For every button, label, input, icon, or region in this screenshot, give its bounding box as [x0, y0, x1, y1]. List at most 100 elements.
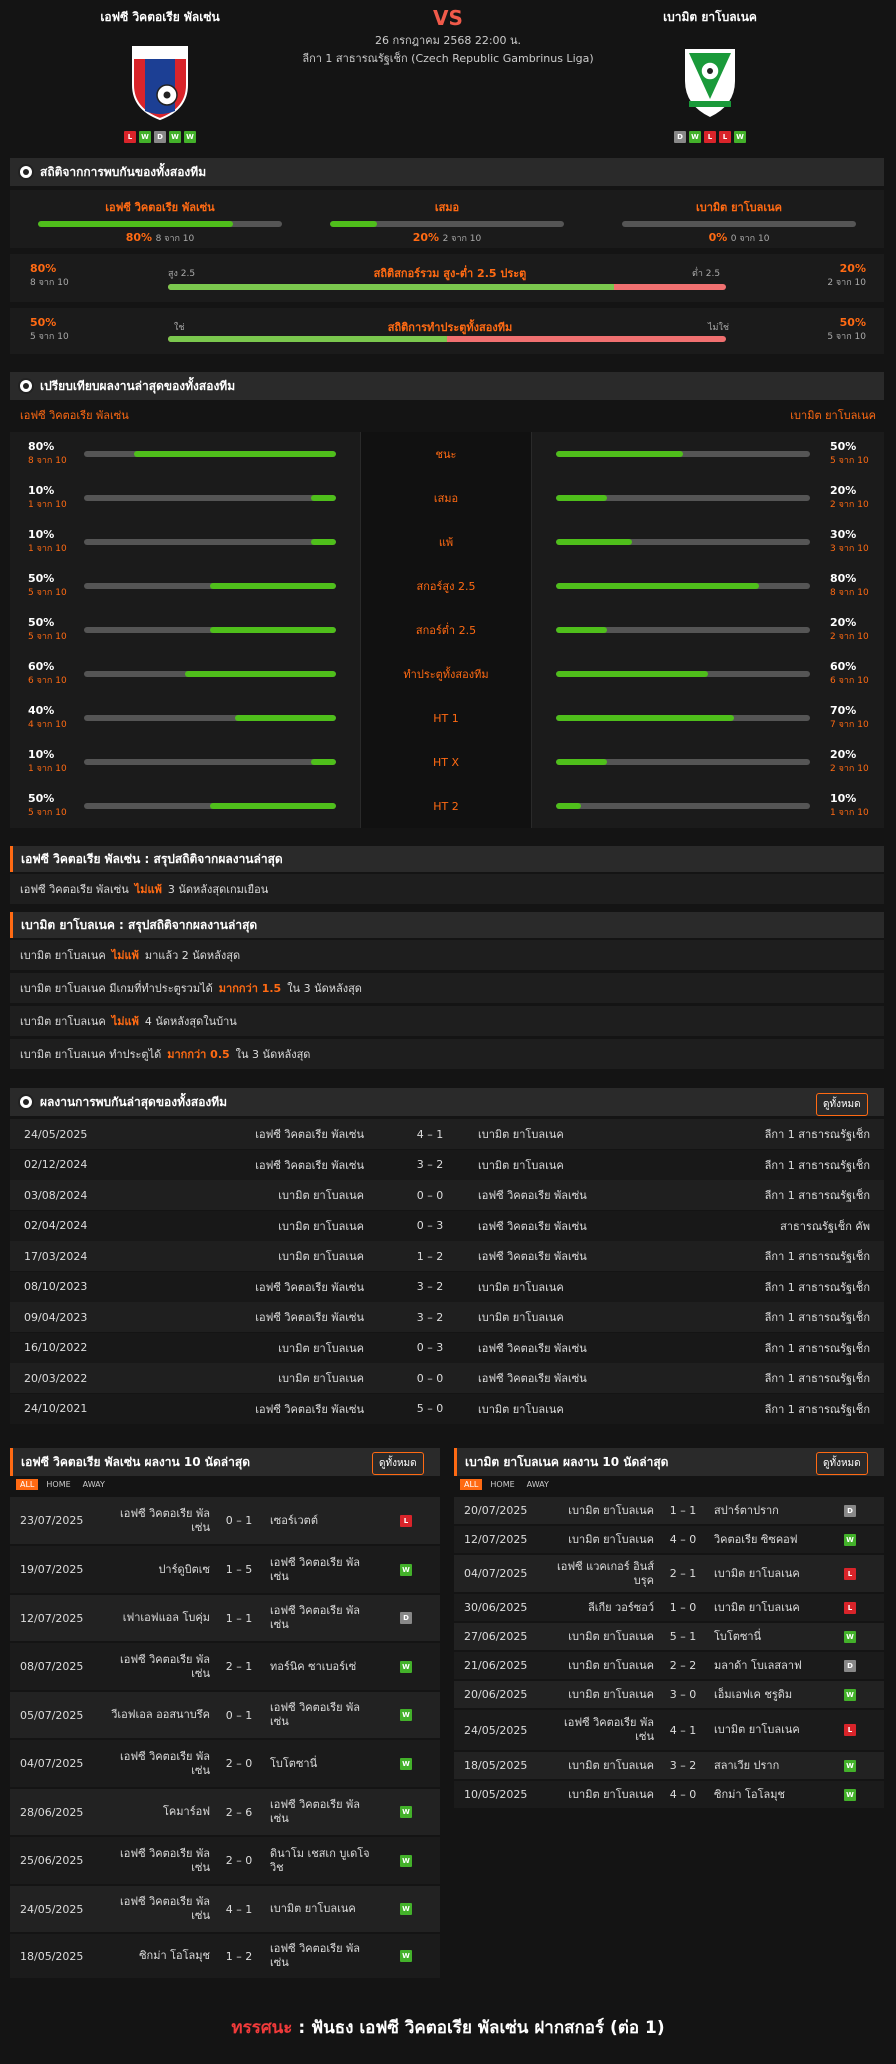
last-match-row[interactable]: 28/06/2025 โคมาร์อฟ 2 – 6 เอฟซี วิคตอเรีย พ… — [10, 1789, 440, 1835]
home-form-badges: LWDWW — [50, 131, 270, 143]
last-match-row[interactable]: 12/07/2025 เบามิต ยาโบลเนค 4 – 0 วิคตอเรีย … — [454, 1526, 884, 1553]
score: 1 – 2 — [225, 1949, 253, 1963]
compare-away-sub: 6 จาก 10 — [830, 676, 869, 686]
summary-line: เอฟซี วิคตอเรีย พัลเซ่น ไม่แพ้ 3 นัดหลังสุ… — [10, 874, 884, 904]
compare-away-bar-fill — [556, 451, 683, 457]
h2h-result-row[interactable]: 24/10/2021 เอฟซี วิคตอเรีย พัลเซ่น 5 – 0 เบ… — [10, 1393, 884, 1424]
compare-home-bar-fill — [210, 627, 336, 633]
match-date: 23/07/2025 — [20, 1514, 84, 1527]
score: 3 – 2 — [416, 1310, 444, 1324]
last-match-row[interactable]: 10/05/2025 เบามิต ยาโบลเนค 4 – 0 ซิกม่า โอโ… — [454, 1781, 884, 1808]
compare-away-bar-fill — [556, 803, 582, 809]
h2h-result-row[interactable]: 02/12/2024 เอฟซี วิคตอเรีย พัลเซ่น 3 – 2 เบ… — [10, 1149, 884, 1180]
h2h-stats-header: สถิติจากการพบกันของทั้งสองทีม — [10, 158, 884, 186]
last-match-row[interactable]: 24/05/2025 เอฟซี วิคตอเรีย พัลเซ่น 4 – 1 เบ… — [454, 1710, 884, 1750]
home-team[interactable]: เอฟซี วิคตอเรีย พัลเซ่น LWDWW — [50, 0, 270, 143]
home-team: ลีเกีย วอร์ซอว์ — [587, 1600, 654, 1614]
compare-label: ทำประตูทั้งสองทีม — [403, 668, 489, 681]
last-match-row[interactable]: 24/05/2025 เอฟซี วิคตอเรีย พัลเซ่น 4 – 1 เบ… — [10, 1886, 440, 1932]
h2h-result-row[interactable]: 02/04/2024 เบามิต ยาโบลเนค 0 – 3 เอฟซี วิคต… — [10, 1210, 884, 1241]
match-date: 04/07/2025 — [464, 1567, 528, 1580]
filter-tab[interactable]: AWAY — [523, 1479, 553, 1490]
home-last-filters: ALL HOME AWAY — [16, 1479, 109, 1490]
filter-tab[interactable]: HOME — [42, 1479, 74, 1490]
match-date: 08/07/2025 — [20, 1660, 84, 1673]
away-team[interactable]: เบามิต ยาโบลเนค DWLLW — [600, 0, 820, 143]
last-match-row[interactable]: 04/07/2025 เอฟซี วิคตอเรีย พัลเซ่น 2 – 0 โบ… — [10, 1740, 440, 1787]
compare-home-stat: 10% 1 จาก 10 — [28, 748, 78, 775]
away-team: เบามิต ยาโบลเนค — [714, 1566, 800, 1580]
compare-home-sub: 8 จาก 10 — [28, 456, 67, 466]
result-badge: W — [400, 1757, 412, 1770]
form-badge: W — [169, 131, 181, 143]
filter-tab[interactable]: ALL — [16, 1479, 39, 1490]
home-team: เอฟซี วิคตอเรีย พัลเซ่น — [255, 1402, 364, 1416]
last-match-row[interactable]: 18/05/2025 ซิกม่า โอโลมุช 1 – 2 เอฟซี วิคตอ… — [10, 1934, 440, 1978]
compare-away-sub: 2 จาก 10 — [830, 632, 869, 642]
form-badge: W — [689, 131, 701, 143]
compare-header: เปรียบเทียบผลงานล่าสุดของทั้งสองทีม — [10, 372, 884, 400]
away-team: เบามิต ยาโบลเนค — [270, 1902, 356, 1915]
match-date: 09/04/2023 — [24, 1310, 88, 1324]
last-match-row[interactable]: 25/06/2025 เอฟซี วิคตอเรีย พัลเซ่น 2 – 0 ดิ… — [10, 1837, 440, 1884]
compare-away-bar — [556, 715, 810, 721]
page: เอฟซี วิคตอเรีย พัลเซ่น LWDWW VS 26 กรกฎ… — [0, 0, 896, 2064]
away-team: เอฟซี วิคตอเรีย พัลเซ่น — [270, 1701, 361, 1728]
home-team-name[interactable]: เอฟซี วิคตอเรีย พัลเซ่น — [50, 8, 270, 27]
h2h-view-all-button[interactable]: ดูทั้งหมด — [816, 1093, 868, 1116]
home-team: เบามิต ยาโบลเนค — [278, 1250, 364, 1263]
compare-away-stat: 20% 2 จาก 10 — [830, 484, 880, 511]
match-date: 21/06/2025 — [464, 1659, 528, 1672]
last-match-row[interactable]: 23/07/2025 เอฟซี วิคตอเรีย พัลเซ่น 0 – 1 เซ… — [10, 1497, 440, 1544]
h2h-result-row[interactable]: 17/03/2024 เบามิต ยาโบลเนค 1 – 2 เอฟซี วิคต… — [10, 1241, 884, 1271]
ou-left-label: สูง 2.5 — [168, 269, 196, 279]
home-team: เอฟซี วิคตอเรีย พัลเซ่น — [255, 1280, 364, 1294]
h2h-draw-sub: 2 จาก 10 — [442, 234, 482, 244]
last-match-row[interactable]: 20/06/2025 เบามิต ยาโบลเนค 3 – 0 เอ็มเอฟเค … — [454, 1681, 884, 1708]
compare-away-stat: 30% 3 จาก 10 — [830, 528, 880, 555]
compare-away-bar — [556, 495, 810, 501]
last-match-row[interactable]: 18/05/2025 เบามิต ยาโบลเนค 3 – 2 สลาเวีย ปร… — [454, 1752, 884, 1779]
h2h-result-row[interactable]: 08/10/2023 เอฟซี วิคตอเรีย พัลเซ่น 3 – 2 เบ… — [10, 1271, 884, 1302]
h2h-result-row[interactable]: 03/08/2024 เบามิต ยาโบลเนค 0 – 0 เอฟซี วิคต… — [10, 1180, 884, 1210]
last-match-row[interactable]: 30/06/2025 ลีเกีย วอร์ซอว์ 1 – 0 เบามิต ยาโ… — [454, 1594, 884, 1621]
compare-home-pct: 50% — [28, 572, 55, 585]
compare-home-bar — [84, 759, 336, 765]
away-last-view-all-button[interactable]: ดูทั้งหมด — [816, 1452, 868, 1475]
compare-label: HT X — [432, 755, 460, 769]
h2h-draw-label: เสมอ — [434, 201, 460, 214]
last-match-row[interactable]: 19/07/2025 ปาร์ดูบิตเซ 1 – 5 เอฟซี วิคตอเรี… — [10, 1546, 440, 1593]
h2h-home-bar — [38, 221, 234, 227]
last-match-row[interactable]: 05/07/2025 วีเอฟเอล ออสนาบรึค 0 – 1 เอฟซี ว… — [10, 1692, 440, 1738]
summary-tail: 4 นัดหลังสุดในบ้าน — [144, 1015, 237, 1028]
home-team: โคมาร์อฟ — [163, 1805, 210, 1818]
last-match-row[interactable]: 21/06/2025 เบามิต ยาโบลเนค 2 – 2 มลาด้า โบเ… — [454, 1652, 884, 1679]
h2h-result-row[interactable]: 24/05/2025 เอฟซี วิคตอเรีย พัลเซ่น 4 – 1 เบ… — [10, 1119, 884, 1149]
summary-away-header: เบามิต ยาโบลเนค : สรุปสถิติจากผลงานล่าสุ… — [10, 912, 884, 938]
last-match-row[interactable]: 12/07/2025 เฟาเอฟแอล โบคุ่ม 1 – 1 เอฟซี วิค… — [10, 1595, 440, 1641]
last-match-row[interactable]: 08/07/2025 เอฟซี วิคตอเรีย พัลเซ่น 2 – 1 ทอ… — [10, 1643, 440, 1690]
filter-tab[interactable]: HOME — [486, 1479, 518, 1490]
home-last-view-all-button[interactable]: ดูทั้งหมด — [372, 1452, 424, 1475]
away-team: เบามิต ยาโบลเนค — [478, 1311, 564, 1324]
h2h-draw-col: เสมอ 20% 2 จาก 10 — [330, 198, 564, 245]
away-team: เซอร์เวตต์ — [270, 1513, 318, 1527]
home-team: ซิกม่า โอโลมุช — [139, 1949, 210, 1962]
filter-tab[interactable]: AWAY — [79, 1479, 109, 1490]
summary-line: เบามิต ยาโบลเนค มีเกมที่ทำประตูรวมได้ มาก… — [10, 973, 884, 1003]
competition: ลีกา 1 สาธารณรัฐเช็ก — [764, 1372, 870, 1385]
last-match-row[interactable]: 20/07/2025 เบามิต ยาโบลเนค 1 – 1 สปาร์ตาปรา… — [454, 1497, 884, 1524]
h2h-result-row[interactable]: 16/10/2022 เบามิต ยาโบลเนค 0 – 3 เอฟซี วิคต… — [10, 1332, 884, 1363]
h2h-result-row[interactable]: 20/03/2022 เบามิต ยาโบลเนค 0 – 0 เอฟซี วิคต… — [10, 1363, 884, 1393]
filter-tab[interactable]: ALL — [460, 1479, 483, 1490]
result-badge: D — [844, 1659, 856, 1672]
last-match-row[interactable]: 04/07/2025 เอฟซี แวคเกอร์ อินส์บรุค 2 – 1 เ… — [454, 1555, 884, 1592]
h2h-away-col: เบามิต ยาโบลเนค 0% 0 จาก 10 — [622, 198, 856, 245]
compare-away-sub: 8 จาก 10 — [830, 588, 869, 598]
match-date: 25/06/2025 — [20, 1854, 84, 1867]
away-team-name[interactable]: เบามิต ยาโบลเนค — [600, 8, 820, 27]
h2h-result-row[interactable]: 09/04/2023 เอฟซี วิคตอเรีย พัลเซ่น 3 – 2 เบ… — [10, 1302, 884, 1332]
last-match-row[interactable]: 27/06/2025 เบามิต ยาโบลเนค 5 – 1 โบโตซานี่ W — [454, 1623, 884, 1650]
h2h-home-label: เอฟซี วิคตอเรีย พัลเซ่น — [105, 201, 215, 214]
away-team: เบามิต ยาโบลเนค — [478, 1280, 564, 1294]
